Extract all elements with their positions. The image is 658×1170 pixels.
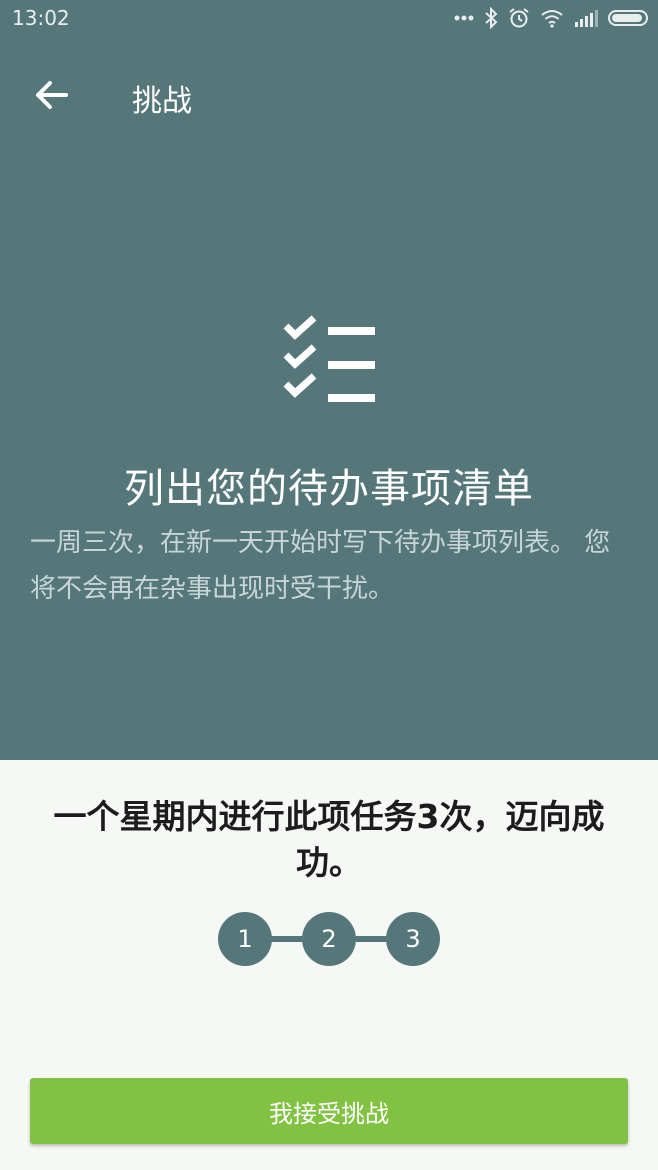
more-dots-icon: [454, 15, 474, 21]
toolbar: 挑战: [0, 62, 658, 132]
signal-icon: [574, 9, 598, 27]
challenge-screen: 13:02 挑战 列出您的待办事项清单 一周三次，在新一天开始时写下待办事项列表…: [0, 0, 658, 1170]
goal-text: 一个星期内进行此项任务3次，迈向成功。: [53, 797, 605, 882]
battery-icon: [608, 10, 648, 26]
step-connector: [354, 936, 388, 942]
step-1: 1: [218, 912, 272, 966]
alarm-icon: [508, 7, 530, 29]
back-button[interactable]: [24, 70, 78, 124]
step-3: 3: [386, 912, 440, 966]
step-2: 2: [302, 912, 356, 966]
status-bar: 13:02: [0, 0, 658, 36]
status-time: 13:02: [12, 6, 70, 30]
hero-panel: 13:02 挑战 列出您的待办事项清单 一周三次，在新一天开始时写下待办事项列表…: [0, 0, 658, 760]
wifi-icon: [540, 8, 564, 28]
step-connector: [270, 936, 304, 942]
accept-challenge-button[interactable]: 我接受挑战: [30, 1078, 628, 1144]
bluetooth-icon: [484, 7, 498, 29]
status-icons: [454, 4, 648, 32]
arrow-left-icon: [34, 80, 68, 114]
page-title: 挑战: [132, 84, 192, 119]
challenge-title: 列出您的待办事项清单: [124, 466, 534, 512]
challenge-description: 一周三次，在新一天开始时写下待办事项列表。 您将不会再在杂事出现时受干扰。: [30, 528, 611, 604]
step-progress: 1 2 3: [0, 910, 658, 968]
checklist-icon: [282, 312, 378, 408]
